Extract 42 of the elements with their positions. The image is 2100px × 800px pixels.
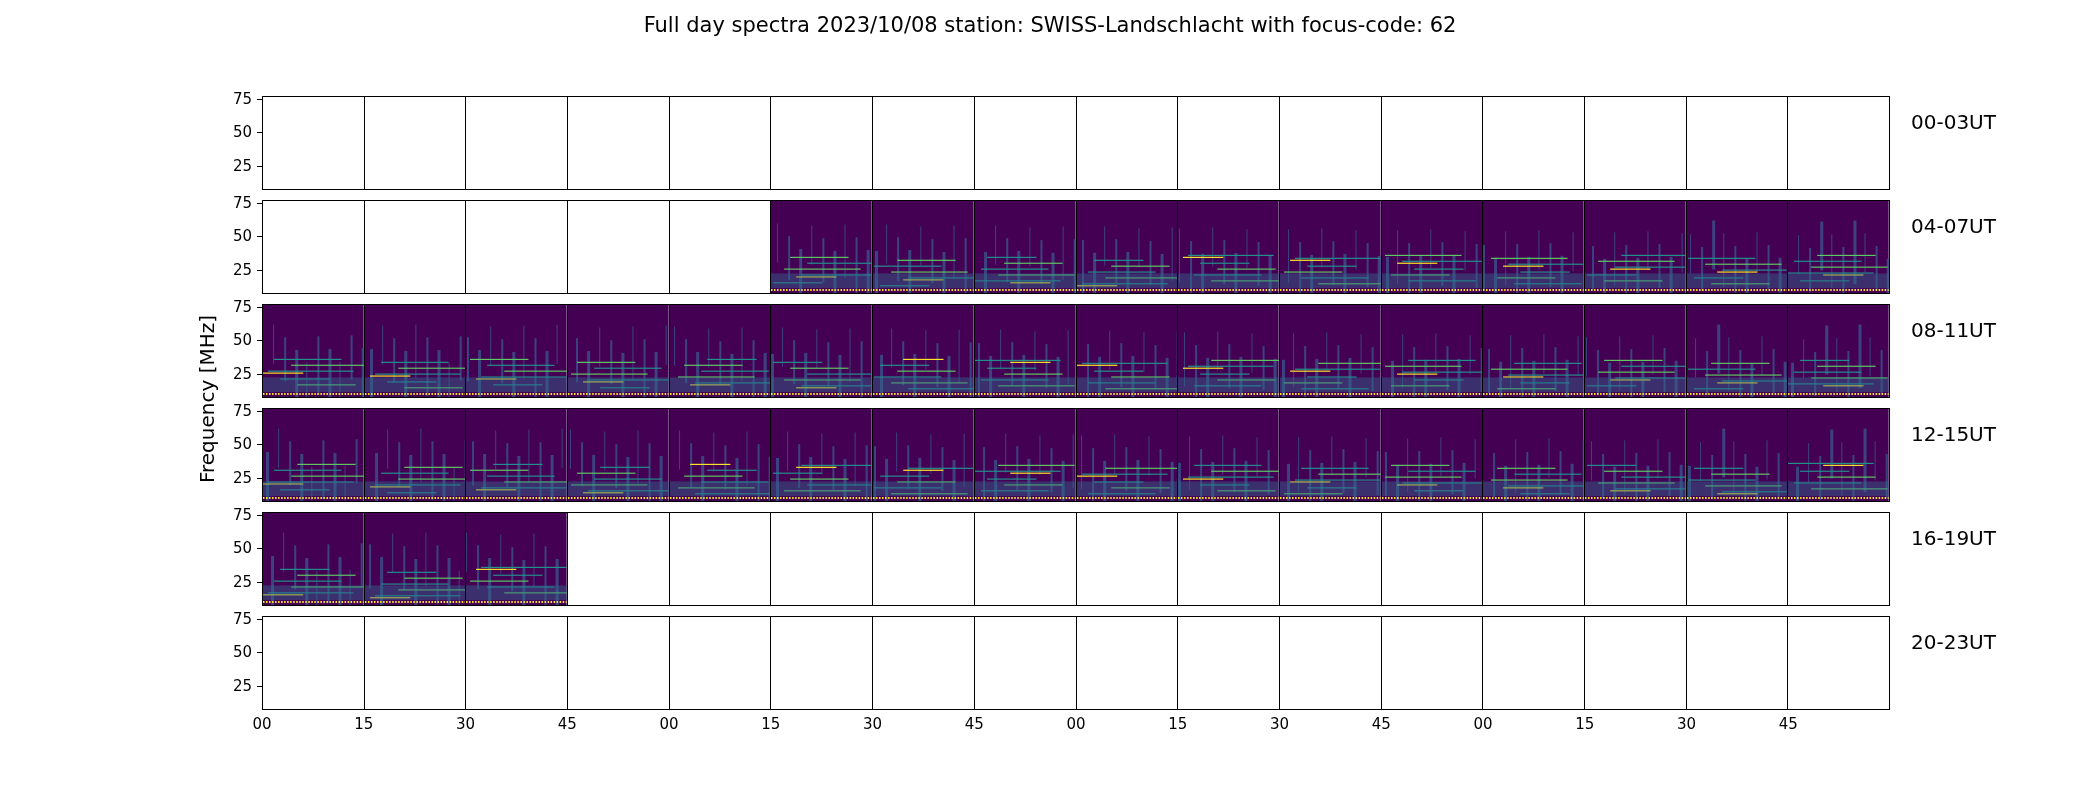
y-tick-label: 50 <box>232 540 252 556</box>
x-tick-label: 00 <box>659 716 679 732</box>
x-tick-label: 15 <box>761 716 781 732</box>
y-tick-label: 50 <box>232 332 252 348</box>
y-axis-label: Frequency [MHz] <box>195 314 219 484</box>
x-tick-label: 00 <box>252 716 272 732</box>
x-tick-label: 00 <box>1473 716 1493 732</box>
y-tick-label: 25 <box>232 366 252 382</box>
x-tick-label: 30 <box>1676 716 1697 732</box>
x-tick-label: 15 <box>1575 716 1595 732</box>
y-tick-label: 50 <box>232 124 252 140</box>
y-tick-label: 50 <box>232 436 252 452</box>
row-label: 00-03UT <box>1911 110 1996 134</box>
y-tick-label: 75 <box>232 507 252 523</box>
x-tick-label: 30 <box>862 716 883 732</box>
x-tick-label: 45 <box>964 716 984 732</box>
y-tick-label: 75 <box>232 91 252 107</box>
x-tick-label: 15 <box>354 716 374 732</box>
row-label: 20-23UT <box>1911 630 1996 654</box>
x-tick-label: 00 <box>1066 716 1086 732</box>
row-label: 08-11UT <box>1911 318 1996 342</box>
y-tick-label: 75 <box>232 299 252 315</box>
y-tick-label: 25 <box>232 158 252 174</box>
figure-title: Full day spectra 2023/10/08 station: SWISS-Landschlacht with focus-code: 62 <box>643 12 1457 38</box>
x-tick-label: 30 <box>1269 716 1290 732</box>
x-tick-label: 15 <box>1168 716 1188 732</box>
y-tick-label: 25 <box>232 262 252 278</box>
x-tick-label: 45 <box>1371 716 1391 732</box>
y-tick-label: 75 <box>232 611 252 627</box>
y-tick-label: 75 <box>232 195 252 211</box>
y-tick-label: 25 <box>232 470 252 486</box>
y-tick-label: 25 <box>232 678 252 694</box>
x-tick-label: 45 <box>557 716 577 732</box>
y-tick-label: 50 <box>232 228 252 244</box>
x-tick-label: 30 <box>455 716 476 732</box>
row-label: 12-15UT <box>1911 422 1996 446</box>
y-tick-label: 75 <box>232 403 252 419</box>
row-label: 16-19UT <box>1911 526 1996 550</box>
y-tick-label: 25 <box>232 574 252 590</box>
y-tick-label: 50 <box>232 644 252 660</box>
row-label: 04-07UT <box>1911 214 1996 238</box>
x-tick-label: 45 <box>1778 716 1798 732</box>
